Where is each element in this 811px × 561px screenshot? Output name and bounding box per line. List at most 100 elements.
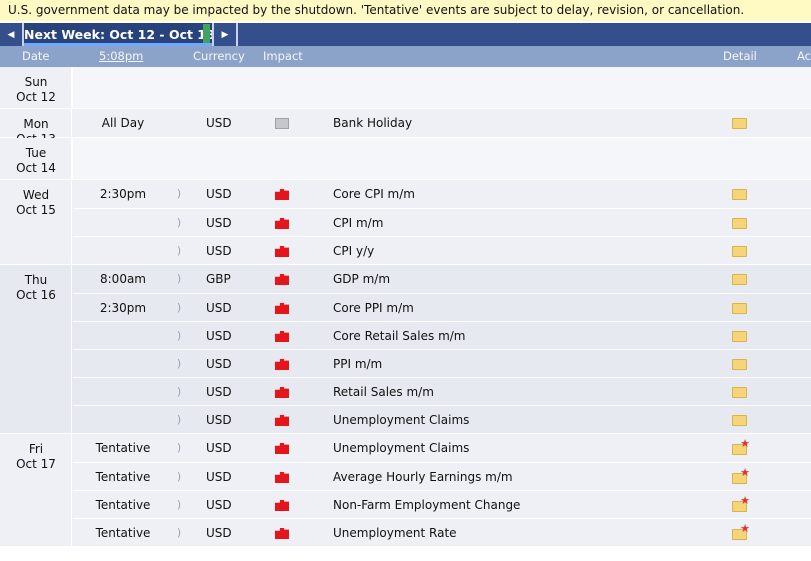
day-group: Tue Oct 14	[0, 138, 811, 180]
sound-icon[interactable]: )	[174, 463, 184, 491]
detail-folder-icon[interactable]	[732, 387, 747, 398]
high-impact-icon[interactable]	[275, 359, 289, 370]
event-name[interactable]: Core PPI m/m	[333, 294, 414, 322]
event-currency: USD	[206, 301, 232, 315]
event-name[interactable]: GDP m/m	[333, 265, 390, 293]
detail-folder-icon[interactable]	[732, 331, 747, 342]
high-impact-icon[interactable]	[275, 415, 289, 426]
sound-icon[interactable]: )	[174, 322, 184, 350]
event-time	[73, 378, 173, 406]
event-name[interactable]: Bank Holiday	[333, 109, 412, 137]
sound-icon[interactable]: )	[174, 180, 184, 208]
date-label: Wed Oct 15	[0, 188, 72, 218]
weekday-label: Tue	[25, 146, 47, 160]
sound-icon[interactable]: )	[174, 406, 184, 434]
detail-folder-icon[interactable]	[732, 218, 747, 229]
high-impact-icon[interactable]	[275, 274, 289, 285]
day-group: MonOct 13 All Day USD Bank Holiday	[0, 109, 811, 146]
event-row[interactable]: ) USD Core Retail Sales m/m	[73, 321, 811, 349]
holiday-impact-icon[interactable]	[275, 118, 289, 129]
high-impact-icon[interactable]	[275, 500, 289, 511]
event-name[interactable]: CPI y/y	[333, 237, 374, 265]
sound-icon[interactable]: )	[174, 265, 184, 293]
event-currency: GBP	[206, 272, 231, 286]
weekday-label: Sun	[24, 75, 48, 89]
caret-left-icon[interactable]: ◀	[0, 23, 22, 46]
header-impact: Impact	[263, 49, 303, 63]
event-row[interactable]: Tentative) USD Average Hourly Earnings m/m…	[73, 462, 811, 490]
day-group: Wed Oct 15 2:30pm) USD Core CPI m/m) USD CPI m…	[0, 180, 811, 265]
event-time: Tentative	[95, 470, 151, 484]
event-currency: USD	[206, 116, 232, 130]
high-impact-icon[interactable]	[275, 246, 289, 257]
sound-icon[interactable]: )	[174, 350, 184, 378]
detail-folder-icon[interactable]	[732, 118, 747, 129]
event-time	[73, 406, 173, 434]
high-impact-icon[interactable]	[275, 331, 289, 342]
date-label: Thu Oct 16	[0, 273, 72, 303]
event-name[interactable]: Unemployment Rate	[333, 519, 457, 547]
detail-folder-icon[interactable]	[732, 359, 747, 370]
header-time-link[interactable]: 5:08pm	[99, 46, 143, 67]
event-row[interactable]: 2:30pm) USD Core CPI m/m	[73, 180, 811, 208]
caret-right-icon[interactable]: ▶	[214, 23, 236, 46]
event-name[interactable]: CPI m/m	[333, 209, 383, 237]
event-time: Tentative	[95, 526, 151, 540]
event-row[interactable]: All Day USD Bank Holiday	[73, 109, 811, 137]
event-name[interactable]: Core CPI m/m	[333, 180, 415, 208]
event-row[interactable]: 2:30pm) USD Core PPI m/m	[73, 293, 811, 321]
high-impact-icon[interactable]	[275, 303, 289, 314]
date-value: Oct 15	[16, 203, 56, 217]
header-date: Date	[22, 49, 50, 63]
event-name[interactable]: Non-Farm Employment Change	[333, 491, 520, 519]
event-name[interactable]: PPI m/m	[333, 350, 382, 378]
detail-folder-icon[interactable]	[732, 415, 747, 426]
date-value: Oct 12	[16, 90, 56, 104]
sound-icon[interactable]: )	[174, 491, 184, 519]
event-time: 2:30pm	[99, 301, 147, 315]
high-impact-icon[interactable]	[275, 472, 289, 483]
high-impact-icon[interactable]	[275, 528, 289, 539]
high-impact-icon[interactable]	[275, 387, 289, 398]
event-currency: USD	[206, 216, 232, 230]
event-name[interactable]: Average Hourly Earnings m/m	[333, 463, 513, 491]
detail-folder-icon[interactable]	[732, 189, 747, 200]
detail-folder-icon[interactable]	[732, 274, 747, 285]
sound-icon[interactable]: )	[174, 294, 184, 322]
high-impact-icon[interactable]	[275, 189, 289, 200]
event-row[interactable]: Tentative) USD Non-Farm Employment Change ★	[73, 490, 811, 518]
event-row[interactable]: Tentative) USD Unemployment Claims ★	[73, 434, 811, 462]
detail-folder-icon[interactable]	[732, 303, 747, 314]
date-value: Oct 14	[16, 161, 56, 175]
detail-folder-star-icon[interactable]: ★	[732, 523, 750, 554]
sound-icon[interactable]: )	[174, 434, 184, 462]
event-row[interactable]: Tentative) USD Unemployment Rate ★	[73, 518, 811, 546]
detail-folder-icon[interactable]	[732, 246, 747, 257]
date-value: Oct 17	[16, 457, 56, 471]
sound-icon[interactable]: )	[174, 209, 184, 237]
event-name[interactable]: Unemployment Claims	[333, 434, 469, 462]
event-name[interactable]: Retail Sales m/m	[333, 378, 434, 406]
event-row[interactable]: ) USD PPI m/m	[73, 349, 811, 377]
event-row[interactable]: 8:00am) GBP GDP m/m	[73, 265, 811, 293]
event-currency: USD	[206, 441, 232, 455]
event-name[interactable]: Unemployment Claims	[333, 406, 469, 434]
week-navigation: ◀ Next Week: Oct 12 - Oct 18 ▶	[0, 23, 811, 46]
sound-icon[interactable]: )	[174, 378, 184, 406]
event-name[interactable]: Core Retail Sales m/m	[333, 322, 466, 350]
event-row[interactable]: ) USD Retail Sales m/m	[73, 377, 811, 405]
sound-icon[interactable]: )	[174, 237, 184, 265]
event-row[interactable]: ) USD CPI y/y	[73, 236, 811, 264]
high-impact-icon[interactable]	[275, 443, 289, 454]
event-time: Tentative	[95, 498, 151, 512]
empty-day-fill	[73, 67, 811, 108]
event-row[interactable]: ) USD Unemployment Claims	[73, 405, 811, 433]
event-row[interactable]: ) USD CPI m/m	[73, 208, 811, 236]
empty-day-fill	[73, 138, 811, 179]
event-time	[73, 350, 173, 378]
sound-icon[interactable]: )	[174, 519, 184, 547]
event-time	[73, 209, 173, 237]
day-group: Thu Oct 16 8:00am) GBP GDP m/m 2:30pm) USD Core…	[0, 265, 811, 434]
high-impact-icon[interactable]	[275, 218, 289, 229]
shutdown-notice: U.S. government data may be impacted by …	[0, 0, 811, 21]
